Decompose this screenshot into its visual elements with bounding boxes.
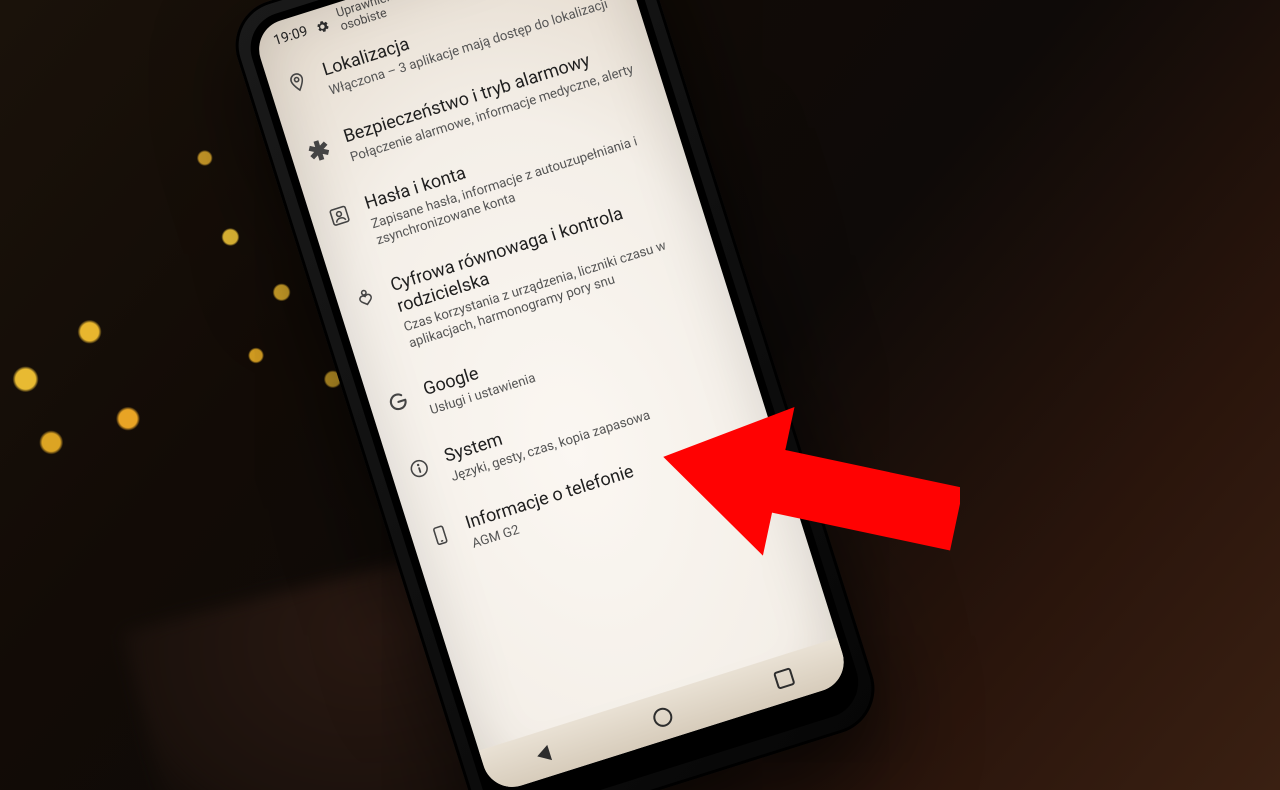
google-g-icon	[382, 387, 415, 416]
phone-info-icon	[424, 520, 457, 549]
info-icon	[403, 454, 436, 483]
location-icon	[281, 68, 314, 97]
nav-back-button[interactable]	[535, 745, 552, 764]
status-time: 19:09	[272, 23, 310, 49]
nav-recents-button[interactable]	[773, 667, 796, 690]
digital-wellbeing-icon	[349, 284, 382, 313]
account-box-icon	[323, 201, 356, 230]
photo-scene: 19:09 Uprawnienia, d… osobiste	[0, 0, 1280, 790]
asterisk-icon: ✱	[304, 141, 335, 164]
gear-icon	[313, 17, 332, 36]
nav-home-button[interactable]	[651, 705, 675, 729]
